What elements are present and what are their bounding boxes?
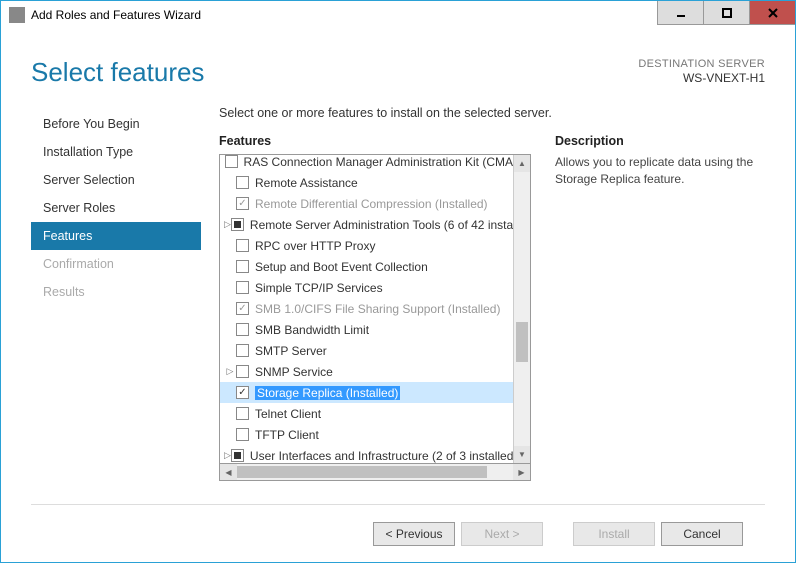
feature-checkbox[interactable] — [231, 449, 244, 462]
instruction-text: Select one or more features to install o… — [219, 106, 765, 120]
content-area: Select features DESTINATION SERVER WS-VN… — [1, 29, 795, 562]
feature-checkbox[interactable] — [236, 323, 249, 336]
features-list-inner: RAS Connection Manager Administration Ki… — [220, 155, 513, 463]
feature-item[interactable]: TFTP Client — [220, 424, 513, 445]
feature-label: Remote Differential Compression (Install… — [255, 197, 488, 211]
expand-icon[interactable]: ▷ — [224, 366, 236, 377]
feature-label: Remote Server Administration Tools (6 of… — [250, 218, 513, 232]
feature-item[interactable]: Setup and Boot Event Collection — [220, 256, 513, 277]
feature-item[interactable]: RPC over HTTP Proxy — [220, 235, 513, 256]
feature-item[interactable]: Remote Assistance — [220, 172, 513, 193]
feature-label: RPC over HTTP Proxy — [255, 239, 375, 253]
feature-checkbox[interactable] — [236, 239, 249, 252]
feature-item[interactable]: Remote Differential Compression (Install… — [220, 193, 513, 214]
maximize-button[interactable] — [703, 1, 749, 25]
page-title: Select features — [31, 57, 204, 88]
titlebar: Add Roles and Features Wizard — [1, 1, 795, 29]
feature-label: Setup and Boot Event Collection — [255, 260, 428, 274]
feature-checkbox[interactable] — [236, 281, 249, 294]
feature-checkbox[interactable] — [236, 365, 249, 378]
description-column: Description Allows you to replicate data… — [555, 134, 765, 504]
minimize-button[interactable] — [657, 1, 703, 25]
window-title: Add Roles and Features Wizard — [31, 8, 657, 22]
feature-label: SNMP Service — [255, 365, 333, 379]
destination-box: DESTINATION SERVER WS-VNEXT-H1 — [638, 57, 765, 87]
horizontal-scrollbar[interactable]: ◀ ▶ — [219, 464, 531, 481]
scroll-track[interactable] — [514, 172, 530, 446]
scroll-down-arrow[interactable]: ▼ — [514, 446, 530, 463]
close-button[interactable] — [749, 1, 795, 25]
previous-button[interactable]: < Previous — [373, 522, 455, 546]
feature-label: RAS Connection Manager Administration Ki… — [244, 155, 513, 169]
feature-label: SMTP Server — [255, 344, 327, 358]
feature-item[interactable]: RAS Connection Manager Administration Ki… — [220, 155, 513, 172]
panels: Features RAS Connection Manager Administ… — [219, 134, 765, 504]
nav-confirmation: Confirmation — [31, 250, 201, 278]
feature-item[interactable]: SMB 1.0/CIFS File Sharing Support (Insta… — [220, 298, 513, 319]
window-controls — [657, 1, 795, 29]
feature-checkbox — [236, 197, 249, 210]
features-column: Features RAS Connection Manager Administ… — [219, 134, 531, 504]
feature-checkbox[interactable] — [236, 407, 249, 420]
nav-installation-type[interactable]: Installation Type — [31, 138, 201, 166]
feature-item[interactable]: ▷ SNMP Service — [220, 361, 513, 382]
nav-features[interactable]: Features — [31, 222, 201, 250]
main-row: Before You Begin Installation Type Serve… — [31, 106, 765, 504]
feature-checkbox[interactable] — [225, 155, 238, 168]
expand-icon[interactable]: ▷ — [224, 450, 231, 461]
feature-label: User Interfaces and Infrastructure (2 of… — [250, 449, 513, 463]
feature-checkbox[interactable] — [236, 260, 249, 273]
feature-checkbox[interactable] — [236, 176, 249, 189]
cancel-button[interactable]: Cancel — [661, 522, 743, 546]
next-button: Next > — [461, 522, 543, 546]
feature-item[interactable]: Simple TCP/IP Services — [220, 277, 513, 298]
description-heading: Description — [555, 134, 765, 148]
nav-server-selection[interactable]: Server Selection — [31, 166, 201, 194]
feature-checkbox[interactable] — [236, 386, 249, 399]
feature-label: Simple TCP/IP Services — [255, 281, 383, 295]
scroll-up-arrow[interactable]: ▲ — [514, 155, 530, 172]
description-text: Allows you to replicate data using the S… — [555, 154, 765, 188]
nav-before-you-begin[interactable]: Before You Begin — [31, 110, 201, 138]
feature-label: SMB Bandwidth Limit — [255, 323, 369, 337]
expand-icon[interactable]: ▷ — [224, 219, 231, 230]
destination-label: DESTINATION SERVER — [638, 57, 765, 71]
feature-checkbox — [236, 302, 249, 315]
feature-item[interactable]: ▷ User Interfaces and Infrastructure (2 o… — [220, 445, 513, 463]
hscroll-thumb[interactable] — [237, 466, 487, 478]
feature-item[interactable]: SMB Bandwidth Limit — [220, 319, 513, 340]
nav-results: Results — [31, 278, 201, 306]
feature-label: TFTP Client — [255, 428, 319, 442]
feature-label: Storage Replica (Installed) — [255, 386, 400, 400]
scroll-thumb[interactable] — [516, 322, 528, 362]
wizard-nav: Before You Begin Installation Type Serve… — [31, 106, 201, 504]
footer: < Previous Next > Install Cancel — [31, 504, 765, 562]
feature-label: Telnet Client — [255, 407, 321, 421]
scroll-left-arrow[interactable]: ◀ — [220, 464, 237, 480]
feature-item[interactable]: ▷ Remote Server Administration Tools (6 o… — [220, 214, 513, 235]
features-listbox[interactable]: RAS Connection Manager Administration Ki… — [219, 154, 531, 464]
feature-item[interactable]: Telnet Client — [220, 403, 513, 424]
feature-item[interactable]: SMTP Server — [220, 340, 513, 361]
feature-checkbox[interactable] — [236, 344, 249, 357]
install-button: Install — [573, 522, 655, 546]
vertical-scrollbar[interactable]: ▲ ▼ — [513, 155, 530, 463]
nav-server-roles[interactable]: Server Roles — [31, 194, 201, 222]
feature-item[interactable]: Storage Replica (Installed) — [220, 382, 513, 403]
feature-label: Remote Assistance — [255, 176, 358, 190]
feature-checkbox[interactable] — [231, 218, 244, 231]
destination-server: WS-VNEXT-H1 — [638, 71, 765, 87]
scroll-right-arrow[interactable]: ▶ — [513, 464, 530, 480]
feature-label: SMB 1.0/CIFS File Sharing Support (Insta… — [255, 302, 500, 316]
feature-checkbox[interactable] — [236, 428, 249, 441]
features-heading: Features — [219, 134, 531, 148]
hscroll-track[interactable] — [237, 464, 513, 480]
right-pane: Select one or more features to install o… — [201, 106, 765, 504]
app-icon — [9, 7, 25, 23]
header-row: Select features DESTINATION SERVER WS-VN… — [31, 57, 765, 88]
